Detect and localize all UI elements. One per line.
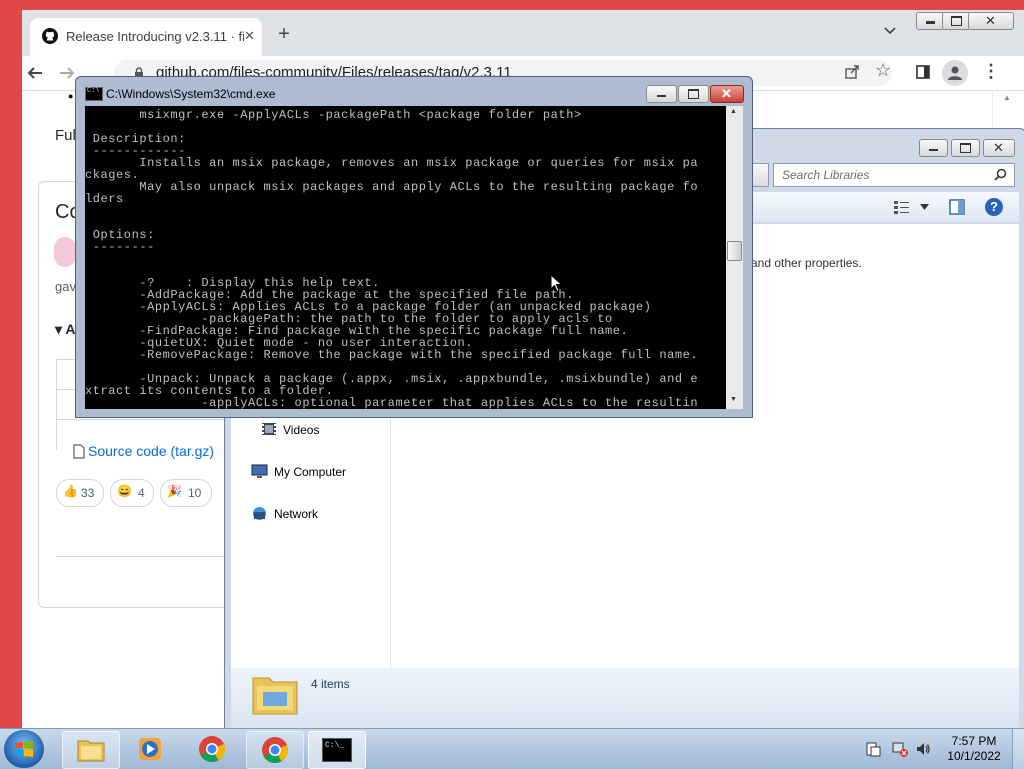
- explorer-minimize-button[interactable]: [919, 139, 948, 157]
- reaction-count: 10: [188, 486, 202, 500]
- explorer-close-button[interactable]: ✕: [983, 139, 1015, 157]
- scroll-up-icon[interactable]: ▲: [730, 108, 737, 115]
- chrome-menu-icon[interactable]: ⋮: [982, 61, 1000, 82]
- cmd-window: C:\ C:\Windows\System32\cmd.exe ✕ msixmg…: [75, 76, 753, 418]
- source-code-tar-link[interactable]: Source code (tar.gz): [88, 443, 214, 459]
- chrome-tab-strip: Release Introducing v2.3.11 · files ✕ + …: [22, 10, 1024, 56]
- console-scrollbar[interactable]: ▲ ▼: [726, 106, 743, 409]
- chrome-icon: [262, 737, 289, 764]
- chrome-icon: [199, 736, 226, 763]
- cmd-icon: C:\_: [322, 738, 352, 762]
- videos-icon: [262, 423, 276, 435]
- scroll-up-icon[interactable]: ▲: [1003, 93, 1011, 102]
- computer-icon: [251, 464, 268, 478]
- forward-arrow-icon[interactable]: [58, 64, 76, 82]
- library-search-input[interactable]: Search Libraries: [773, 163, 1015, 187]
- tab-title: Release Introducing v2.3.11 · files: [66, 29, 244, 44]
- source-code-label: Source code (tar.gz): [88, 443, 215, 459]
- library-info-text: and other properties.: [751, 256, 862, 270]
- item-count: 4 items: [311, 677, 350, 691]
- details-pane: 4 items: [231, 668, 1019, 729]
- reaction-laugh[interactable]: 😄 4: [110, 479, 154, 507]
- chrome-close-button[interactable]: ✕: [968, 12, 1014, 30]
- console-text: msixmgr.exe -ApplyACLs -packagePath <pac…: [85, 108, 699, 409]
- assets-toggle[interactable]: ▾ A: [55, 321, 76, 338]
- cmd-minimize-button[interactable]: [646, 85, 677, 103]
- partial-assets-label: A: [65, 321, 76, 337]
- show-desktop-button[interactable]: [1012, 729, 1024, 769]
- change-view-icon[interactable]: [893, 199, 911, 215]
- reaction-hooray[interactable]: 🎉 10: [160, 479, 212, 507]
- taskbar-explorer-button[interactable]: [62, 731, 120, 769]
- reaction-count: 33: [81, 486, 95, 500]
- partial-heading-full: Ful: [55, 127, 76, 144]
- taskbar-chrome-button-2[interactable]: [246, 731, 304, 769]
- windows-logo-icon: [15, 741, 33, 757]
- github-icon: [42, 28, 58, 44]
- list-bullet: ●: [68, 91, 74, 101]
- profile-avatar[interactable]: [942, 60, 968, 86]
- new-tab-button[interactable]: +: [272, 24, 296, 44]
- share-icon[interactable]: [844, 64, 860, 80]
- taskbar-media-player-button[interactable]: [122, 731, 178, 767]
- hooray-icon: 🎉: [167, 484, 182, 498]
- network-status-icon[interactable]: [892, 741, 908, 757]
- tab-close-icon[interactable]: ✕: [244, 28, 255, 44]
- thumbs-up-icon: 👍: [63, 484, 78, 498]
- taskbar-chrome-button-1[interactable]: [184, 731, 240, 767]
- search-placeholder: Search Libraries: [782, 168, 870, 182]
- mouse-cursor-icon: [550, 274, 563, 293]
- clock-time: 7:57 PM: [951, 734, 997, 748]
- reaction-count: 4: [138, 486, 145, 500]
- clock-date: 10/1/2022: [947, 749, 1001, 763]
- search-icon[interactable]: [994, 168, 1007, 181]
- media-player-icon: [139, 738, 161, 760]
- taskbar: C:\_ 7:57 PM 10/1/2022: [0, 728, 1024, 769]
- chrome-restore-button[interactable]: [942, 12, 971, 30]
- action-center-flag-icon[interactable]: [866, 741, 882, 757]
- asset-divider: [56, 419, 246, 420]
- back-arrow-icon[interactable]: [26, 64, 44, 82]
- bookmark-star-icon[interactable]: ☆: [875, 60, 891, 81]
- console-output[interactable]: msixmgr.exe -ApplyACLs -packagePath <pac…: [85, 106, 726, 409]
- volume-icon[interactable]: [915, 741, 931, 757]
- explorer-folder-icon: [77, 740, 105, 762]
- help-icon[interactable]: ?: [985, 198, 1003, 216]
- nav-label-network: Network: [274, 507, 319, 521]
- laugh-icon: 😄: [117, 484, 132, 498]
- view-dropdown-chevron-icon[interactable]: [920, 204, 929, 210]
- cmd-close-button[interactable]: ✕: [710, 85, 744, 103]
- nav-label-videos: Videos: [283, 423, 320, 437]
- reaction-thumbs-up[interactable]: 👍 33: [56, 479, 104, 507]
- contributor-avatar[interactable]: [54, 237, 76, 267]
- chrome-minimize-button[interactable]: [916, 12, 945, 30]
- partial-contributor-name: gav: [55, 279, 76, 294]
- nav-label-my-computer: My Computer: [274, 465, 347, 479]
- scroll-thumb[interactable]: [727, 241, 742, 261]
- cmd-title: C:\Windows\System32\cmd.exe: [106, 87, 276, 101]
- zip-file-icon: [73, 444, 85, 459]
- start-button[interactable]: [4, 730, 44, 768]
- network-icon: [253, 507, 266, 520]
- tab-search-chevron-icon[interactable]: [884, 27, 896, 35]
- taskbar-cmd-button[interactable]: C:\_: [308, 731, 366, 769]
- libraries-folder-icon: [252, 677, 298, 715]
- cmd-app-icon: C:\: [85, 87, 103, 101]
- explorer-restore-button[interactable]: [951, 139, 980, 157]
- side-panel-icon[interactable]: [916, 65, 930, 79]
- scroll-down-icon[interactable]: ▼: [730, 396, 737, 403]
- chrome-active-tab[interactable]: Release Introducing v2.3.11 · files ✕: [30, 18, 262, 56]
- system-clock[interactable]: 7:57 PM 10/1/2022: [944, 734, 1004, 764]
- preview-pane-icon[interactable]: [949, 199, 965, 215]
- profile-icon: [948, 66, 962, 80]
- cmd-restore-button[interactable]: [678, 85, 709, 103]
